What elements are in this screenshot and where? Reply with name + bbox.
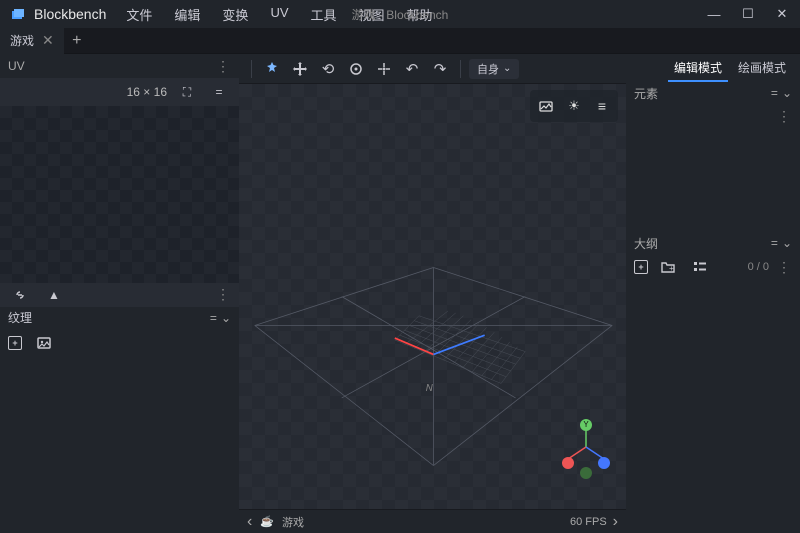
outliner-panel: 大纲 = ⌄ + + 0 / 0 ⋮ <box>626 232 800 533</box>
pivot-dropdown[interactable]: 自身 ⌄ <box>469 59 519 79</box>
texture-tools: ▲ ⋮ <box>0 283 239 307</box>
link-icon[interactable] <box>8 283 32 307</box>
elements-collapse-icon[interactable]: ⌄ <box>782 86 792 100</box>
uv-panel-menu-icon[interactable]: ⋮ <box>216 58 231 75</box>
outliner-tools: + + 0 / 0 ⋮ <box>626 254 800 280</box>
window-close-icon[interactable]: ✕ <box>768 3 796 25</box>
elements-menu-icon[interactable]: ⋮ <box>777 108 792 228</box>
redo-button[interactable]: ↷ <box>428 57 452 81</box>
texture-panel-title: 纹理 <box>8 309 32 326</box>
uv-options-icon[interactable]: = <box>207 80 231 104</box>
orientation-gizmo[interactable]: Y <box>558 419 614 475</box>
texture-panel-header: 纹理 = ⌄ <box>0 307 239 329</box>
uv-toolbar: 16 × 16 ⛶ = <box>0 78 239 106</box>
mode-edit[interactable]: 编辑模式 <box>668 55 728 82</box>
menu-uv[interactable]: UV <box>260 1 298 28</box>
gizmo-y-axis[interactable]: Y <box>580 419 592 431</box>
status-prev-icon[interactable]: ‹ <box>247 513 252 531</box>
chevron-down-icon: ⌄ <box>503 63 511 74</box>
toggle-list-icon[interactable] <box>688 255 712 279</box>
left-column: UV ⋮ 16 × 16 ⛶ = ▲ ⋮ 纹理 = ⌄ <box>0 54 239 533</box>
rotate-tool-icon[interactable]: ⟲ <box>316 57 340 81</box>
uv-panel-title: UV <box>8 59 25 73</box>
uv-canvas[interactable] <box>0 106 239 283</box>
tab-close-icon[interactable]: ✕ <box>42 32 54 49</box>
outliner-options-icon[interactable]: = <box>771 236 778 250</box>
elements-panel: 元素 = ⌄ ⋮ <box>626 82 800 232</box>
outliner-count: 0 / 0 <box>748 261 769 273</box>
texture-tools-menu-icon[interactable]: ⋮ <box>216 286 231 303</box>
elements-title: 元素 <box>634 85 658 102</box>
pivot-dropdown-label: 自身 <box>477 61 499 77</box>
tab-bar: 游戏 ✕ + <box>0 28 800 54</box>
window-maximize-icon[interactable]: ☐ <box>734 3 762 25</box>
uv-fullscreen-icon[interactable]: ⛶ <box>175 80 199 104</box>
uv-size: 16 × 16 <box>127 85 167 99</box>
elements-options-icon[interactable]: = <box>771 86 778 100</box>
move-tool-icon[interactable] <box>288 57 312 81</box>
menu-tools[interactable]: 工具 <box>301 1 347 28</box>
texture-list[interactable] <box>0 357 239 533</box>
window-minimize-icon[interactable]: — <box>700 3 728 25</box>
tab-add-button[interactable]: + <box>64 28 90 54</box>
uv-panel-header: UV ⋮ <box>0 54 239 78</box>
magic-tool-icon[interactable] <box>260 57 284 81</box>
app-name: Blockbench <box>34 6 106 22</box>
outliner-menu-icon[interactable]: ⋮ <box>777 259 792 276</box>
texture-options-icon[interactable]: = <box>210 311 217 325</box>
status-fps: 60 FPS <box>570 516 607 528</box>
gizmo-x-axis[interactable] <box>562 457 574 469</box>
add-group-button[interactable]: + <box>656 255 680 279</box>
outliner-body[interactable] <box>626 280 800 533</box>
svg-text:+: + <box>669 264 674 273</box>
texture-buttons: + <box>0 329 239 357</box>
gizmo-neg-y-axis[interactable] <box>580 467 592 479</box>
menu-file[interactable]: 文件 <box>116 1 162 28</box>
main-toolbar: ⟲ ↶ ↷ 自身 ⌄ <box>239 54 626 84</box>
outliner-collapse-icon[interactable]: ⌄ <box>782 236 792 250</box>
menu-edit[interactable]: 编辑 <box>164 1 210 28</box>
title-bar: Blockbench 文件 编辑 变换 UV 工具 视图 帮助 游戏 - Blo… <box>0 0 800 28</box>
mode-paint[interactable]: 绘画模式 <box>732 55 792 82</box>
gizmo-z-axis[interactable] <box>598 457 610 469</box>
resize-tool-icon[interactable] <box>344 57 368 81</box>
status-project: 游戏 <box>282 514 304 530</box>
tab-label: 游戏 <box>10 32 34 49</box>
main-layout: UV ⋮ 16 × 16 ⛶ = ▲ ⋮ 纹理 = ⌄ <box>0 54 800 533</box>
status-next-icon[interactable]: › <box>613 513 618 531</box>
warning-icon[interactable]: ▲ <box>42 283 66 307</box>
outliner-title: 大纲 <box>634 235 658 252</box>
viewport-3d[interactable]: ☀ ≡ <box>239 84 626 509</box>
project-tab[interactable]: 游戏 ✕ <box>0 28 64 54</box>
menu-transform[interactable]: 变换 <box>212 1 258 28</box>
format-icon: ☕ <box>260 515 274 528</box>
app-logo-icon <box>10 5 28 23</box>
add-cube-button[interactable]: + <box>634 260 648 274</box>
texture-collapse-icon[interactable]: ⌄ <box>221 311 231 325</box>
status-bar: ‹ ☕ 游戏 60 FPS › <box>239 509 626 533</box>
elements-body[interactable]: ⋮ <box>626 104 800 232</box>
add-texture-button[interactable]: + <box>8 336 22 350</box>
import-texture-button[interactable] <box>32 331 56 355</box>
svg-text:N: N <box>426 383 433 394</box>
right-column: 编辑模式 绘画模式 元素 = ⌄ ⋮ 大纲 = ⌄ <box>626 54 800 533</box>
undo-button[interactable]: ↶ <box>400 57 424 81</box>
center-column: ⟲ ↶ ↷ 自身 ⌄ ☀ ≡ <box>239 54 626 533</box>
window-title: 游戏 - Blockbench <box>352 6 449 23</box>
pivot-tool-icon[interactable] <box>372 57 396 81</box>
mode-bar: 编辑模式 绘画模式 <box>626 54 800 82</box>
